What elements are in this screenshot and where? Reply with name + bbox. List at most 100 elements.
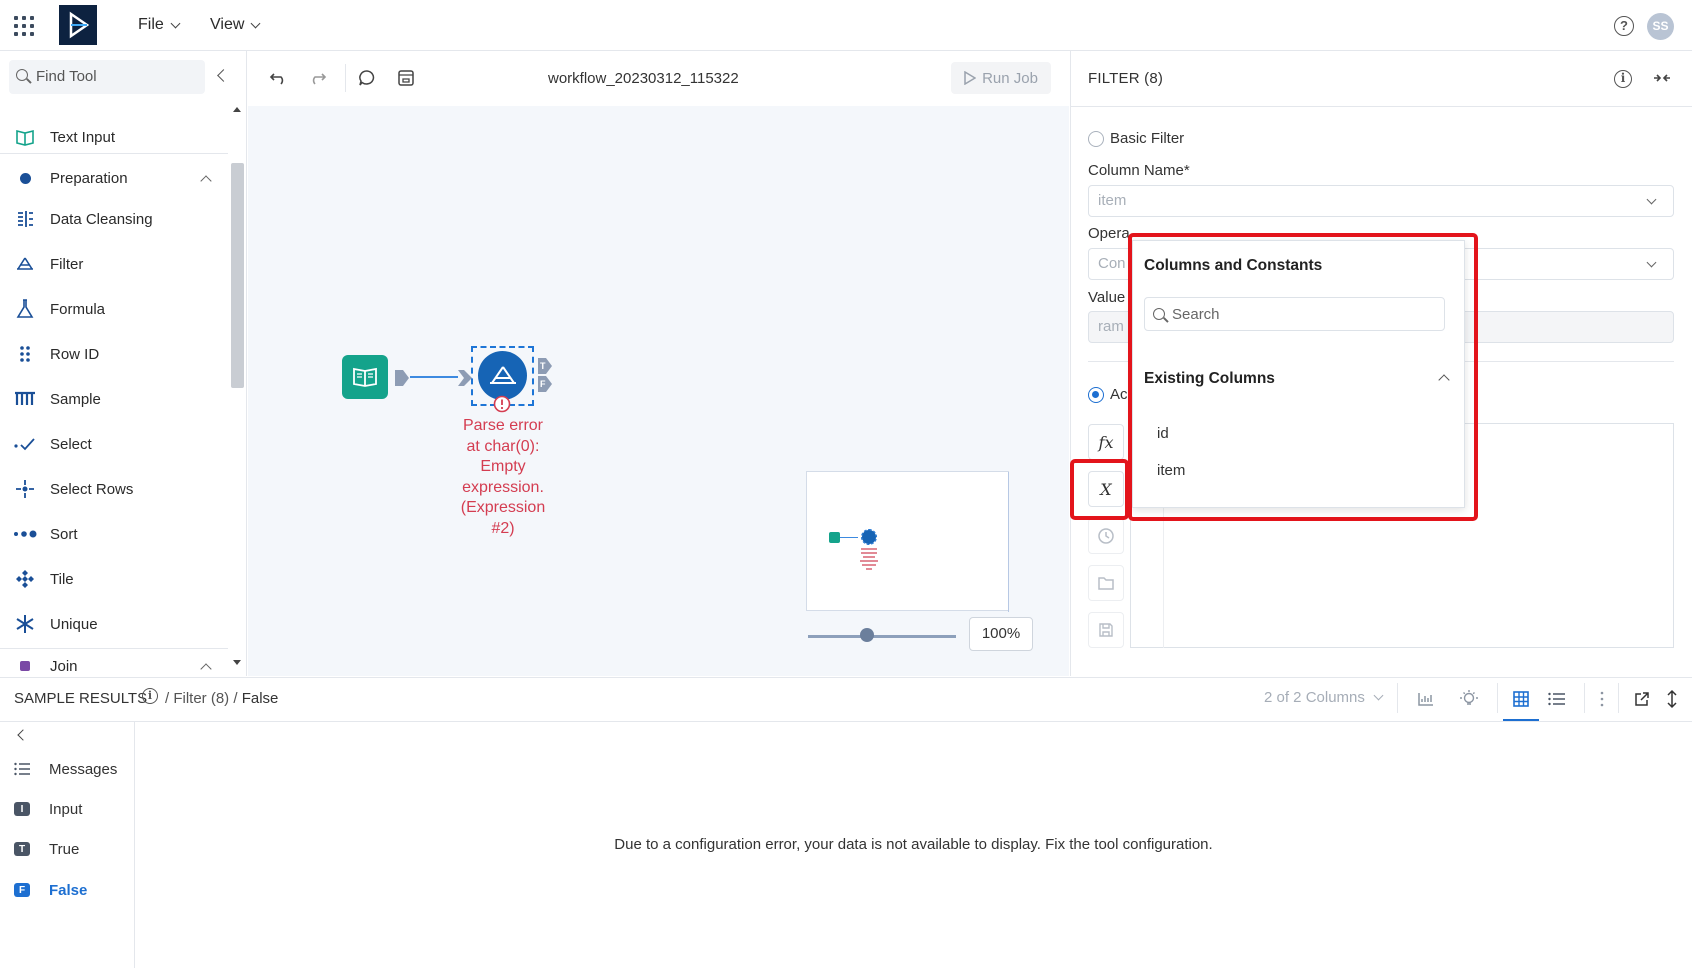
- minimap-node: [861, 529, 877, 545]
- collapse-panel-icon[interactable]: [1652, 70, 1672, 90]
- category-square-icon: [13, 655, 37, 677]
- zoom-level-field[interactable]: 100%: [969, 617, 1033, 651]
- operator-label: Opera: [1088, 225, 1130, 242]
- list-view-icon[interactable]: [1545, 688, 1569, 710]
- minimap-viewport-edge: [1008, 472, 1009, 612]
- scroll-down-icon[interactable]: [233, 660, 241, 665]
- play-icon: [964, 71, 977, 85]
- resize-panel-icon[interactable]: [1660, 688, 1684, 710]
- error-line: #2): [491, 519, 515, 537]
- more-options-icon[interactable]: [1590, 688, 1614, 710]
- true-anchor[interactable]: T: [538, 358, 552, 378]
- lightbulb-icon[interactable]: [1457, 688, 1481, 710]
- workflow-name[interactable]: workflow_20230312_115322: [548, 70, 739, 87]
- tool-data-cleansing[interactable]: Data Cleansing: [0, 199, 228, 239]
- tool-label: Sample: [50, 390, 101, 408]
- value-label: Value: [1088, 289, 1126, 306]
- clock-icon[interactable]: [1088, 518, 1124, 554]
- tool-select-rows[interactable]: Select Rows: [0, 469, 228, 509]
- output-anchor[interactable]: [395, 370, 409, 390]
- false-anchor-label: F: [540, 379, 546, 389]
- zoom-slider[interactable]: [808, 635, 956, 638]
- tool-palette-scrollbar[interactable]: [231, 163, 244, 388]
- text-input-node[interactable]: [342, 355, 388, 399]
- category-dot-icon: [13, 167, 37, 189]
- highlight-box: [1070, 459, 1129, 520]
- toolbar-divider: [1584, 683, 1585, 713]
- tool-sample[interactable]: Sample: [0, 379, 228, 419]
- basic-filter-label: Basic Filter: [1110, 130, 1185, 147]
- results-item-messages[interactable]: Messages: [0, 749, 135, 789]
- functions-button[interactable]: fx: [1088, 424, 1124, 460]
- results-item-label: Messages: [49, 760, 118, 778]
- find-tool-placeholder: Find Tool: [36, 68, 97, 85]
- column-name-select[interactable]: item: [1088, 185, 1674, 217]
- book-icon: [13, 126, 37, 148]
- error-icon[interactable]: [493, 395, 511, 417]
- help-icon[interactable]: ?: [1614, 16, 1634, 36]
- grid-view-icon[interactable]: [1509, 688, 1533, 710]
- data-cleansing-icon: [13, 208, 37, 230]
- folder-icon[interactable]: [1088, 565, 1124, 601]
- basic-filter-radio[interactable]: [1088, 131, 1104, 147]
- true-anchor-label: T: [540, 361, 546, 371]
- input-anchor-icon: I: [14, 802, 30, 816]
- find-tool-input[interactable]: Find Tool: [9, 60, 205, 94]
- chevron-down-icon: [1646, 194, 1657, 205]
- canvas-minimap[interactable]: [806, 471, 1009, 612]
- tool-formula[interactable]: Formula: [0, 289, 228, 329]
- menu-file[interactable]: File: [138, 16, 181, 34]
- open-external-icon[interactable]: [1630, 688, 1654, 710]
- filter-node[interactable]: [478, 351, 527, 400]
- error-line: at char(0):: [466, 437, 540, 455]
- tile-icon: [13, 568, 37, 590]
- breadcrumb-filter[interactable]: Filter (8): [173, 690, 229, 707]
- advanced-filter-radio[interactable]: [1088, 387, 1104, 403]
- input-anchor[interactable]: [458, 370, 472, 390]
- comment-icon[interactable]: [358, 69, 376, 91]
- column-name-label: Column Name*: [1088, 162, 1190, 179]
- tool-unique[interactable]: Unique: [0, 604, 228, 644]
- avatar[interactable]: SS: [1647, 13, 1674, 40]
- minimap-node: [829, 532, 840, 543]
- app-grid-icon[interactable]: [14, 16, 34, 36]
- menu-file-label: File: [138, 16, 164, 33]
- false-anchor[interactable]: F: [538, 376, 552, 396]
- columns-selector-label: 2 of 2 Columns: [1264, 689, 1365, 706]
- scroll-up-icon[interactable]: [233, 107, 241, 112]
- results-item-true[interactable]: T True: [0, 829, 135, 869]
- connection-line[interactable]: [410, 376, 458, 378]
- breadcrumb-false: False: [241, 690, 279, 707]
- save-icon[interactable]: [1088, 612, 1124, 648]
- toolbar-divider: [1618, 683, 1619, 713]
- unique-icon: [13, 613, 37, 635]
- highlight-box: [1128, 233, 1478, 521]
- tool-select[interactable]: Select: [0, 424, 228, 464]
- sort-icon: [13, 523, 37, 545]
- tool-sort[interactable]: Sort: [0, 514, 228, 554]
- tool-tile[interactable]: Tile: [0, 559, 228, 599]
- container-icon[interactable]: [397, 69, 415, 91]
- run-job-button[interactable]: Run Job: [951, 62, 1051, 94]
- undo-icon[interactable]: [269, 70, 289, 90]
- info-icon[interactable]: i: [142, 688, 158, 704]
- search-icon: [16, 69, 28, 81]
- menu-view[interactable]: View: [210, 16, 261, 34]
- sample-icon: [13, 388, 37, 410]
- breadcrumb: / Filter (8) / False: [165, 690, 279, 707]
- tool-filter[interactable]: Filter: [0, 244, 228, 284]
- results-item-false[interactable]: F False: [0, 870, 135, 910]
- tool-text-input[interactable]: Text Input: [0, 117, 228, 157]
- app-logo[interactable]: [59, 5, 97, 45]
- tool-label: Row ID: [50, 345, 100, 363]
- tool-label: Tile: [50, 570, 74, 588]
- redo-icon[interactable]: [307, 70, 327, 90]
- category-preparation[interactable]: Preparation: [0, 158, 228, 198]
- info-icon[interactable]: i: [1614, 70, 1632, 88]
- columns-selector[interactable]: 2 of 2 Columns: [1264, 689, 1384, 706]
- profile-chart-icon[interactable]: [1414, 688, 1438, 710]
- tool-row-id[interactable]: Row ID: [0, 334, 228, 374]
- results-item-input[interactable]: I Input: [0, 789, 135, 829]
- category-divider: [0, 153, 228, 154]
- flask-icon: [13, 298, 37, 320]
